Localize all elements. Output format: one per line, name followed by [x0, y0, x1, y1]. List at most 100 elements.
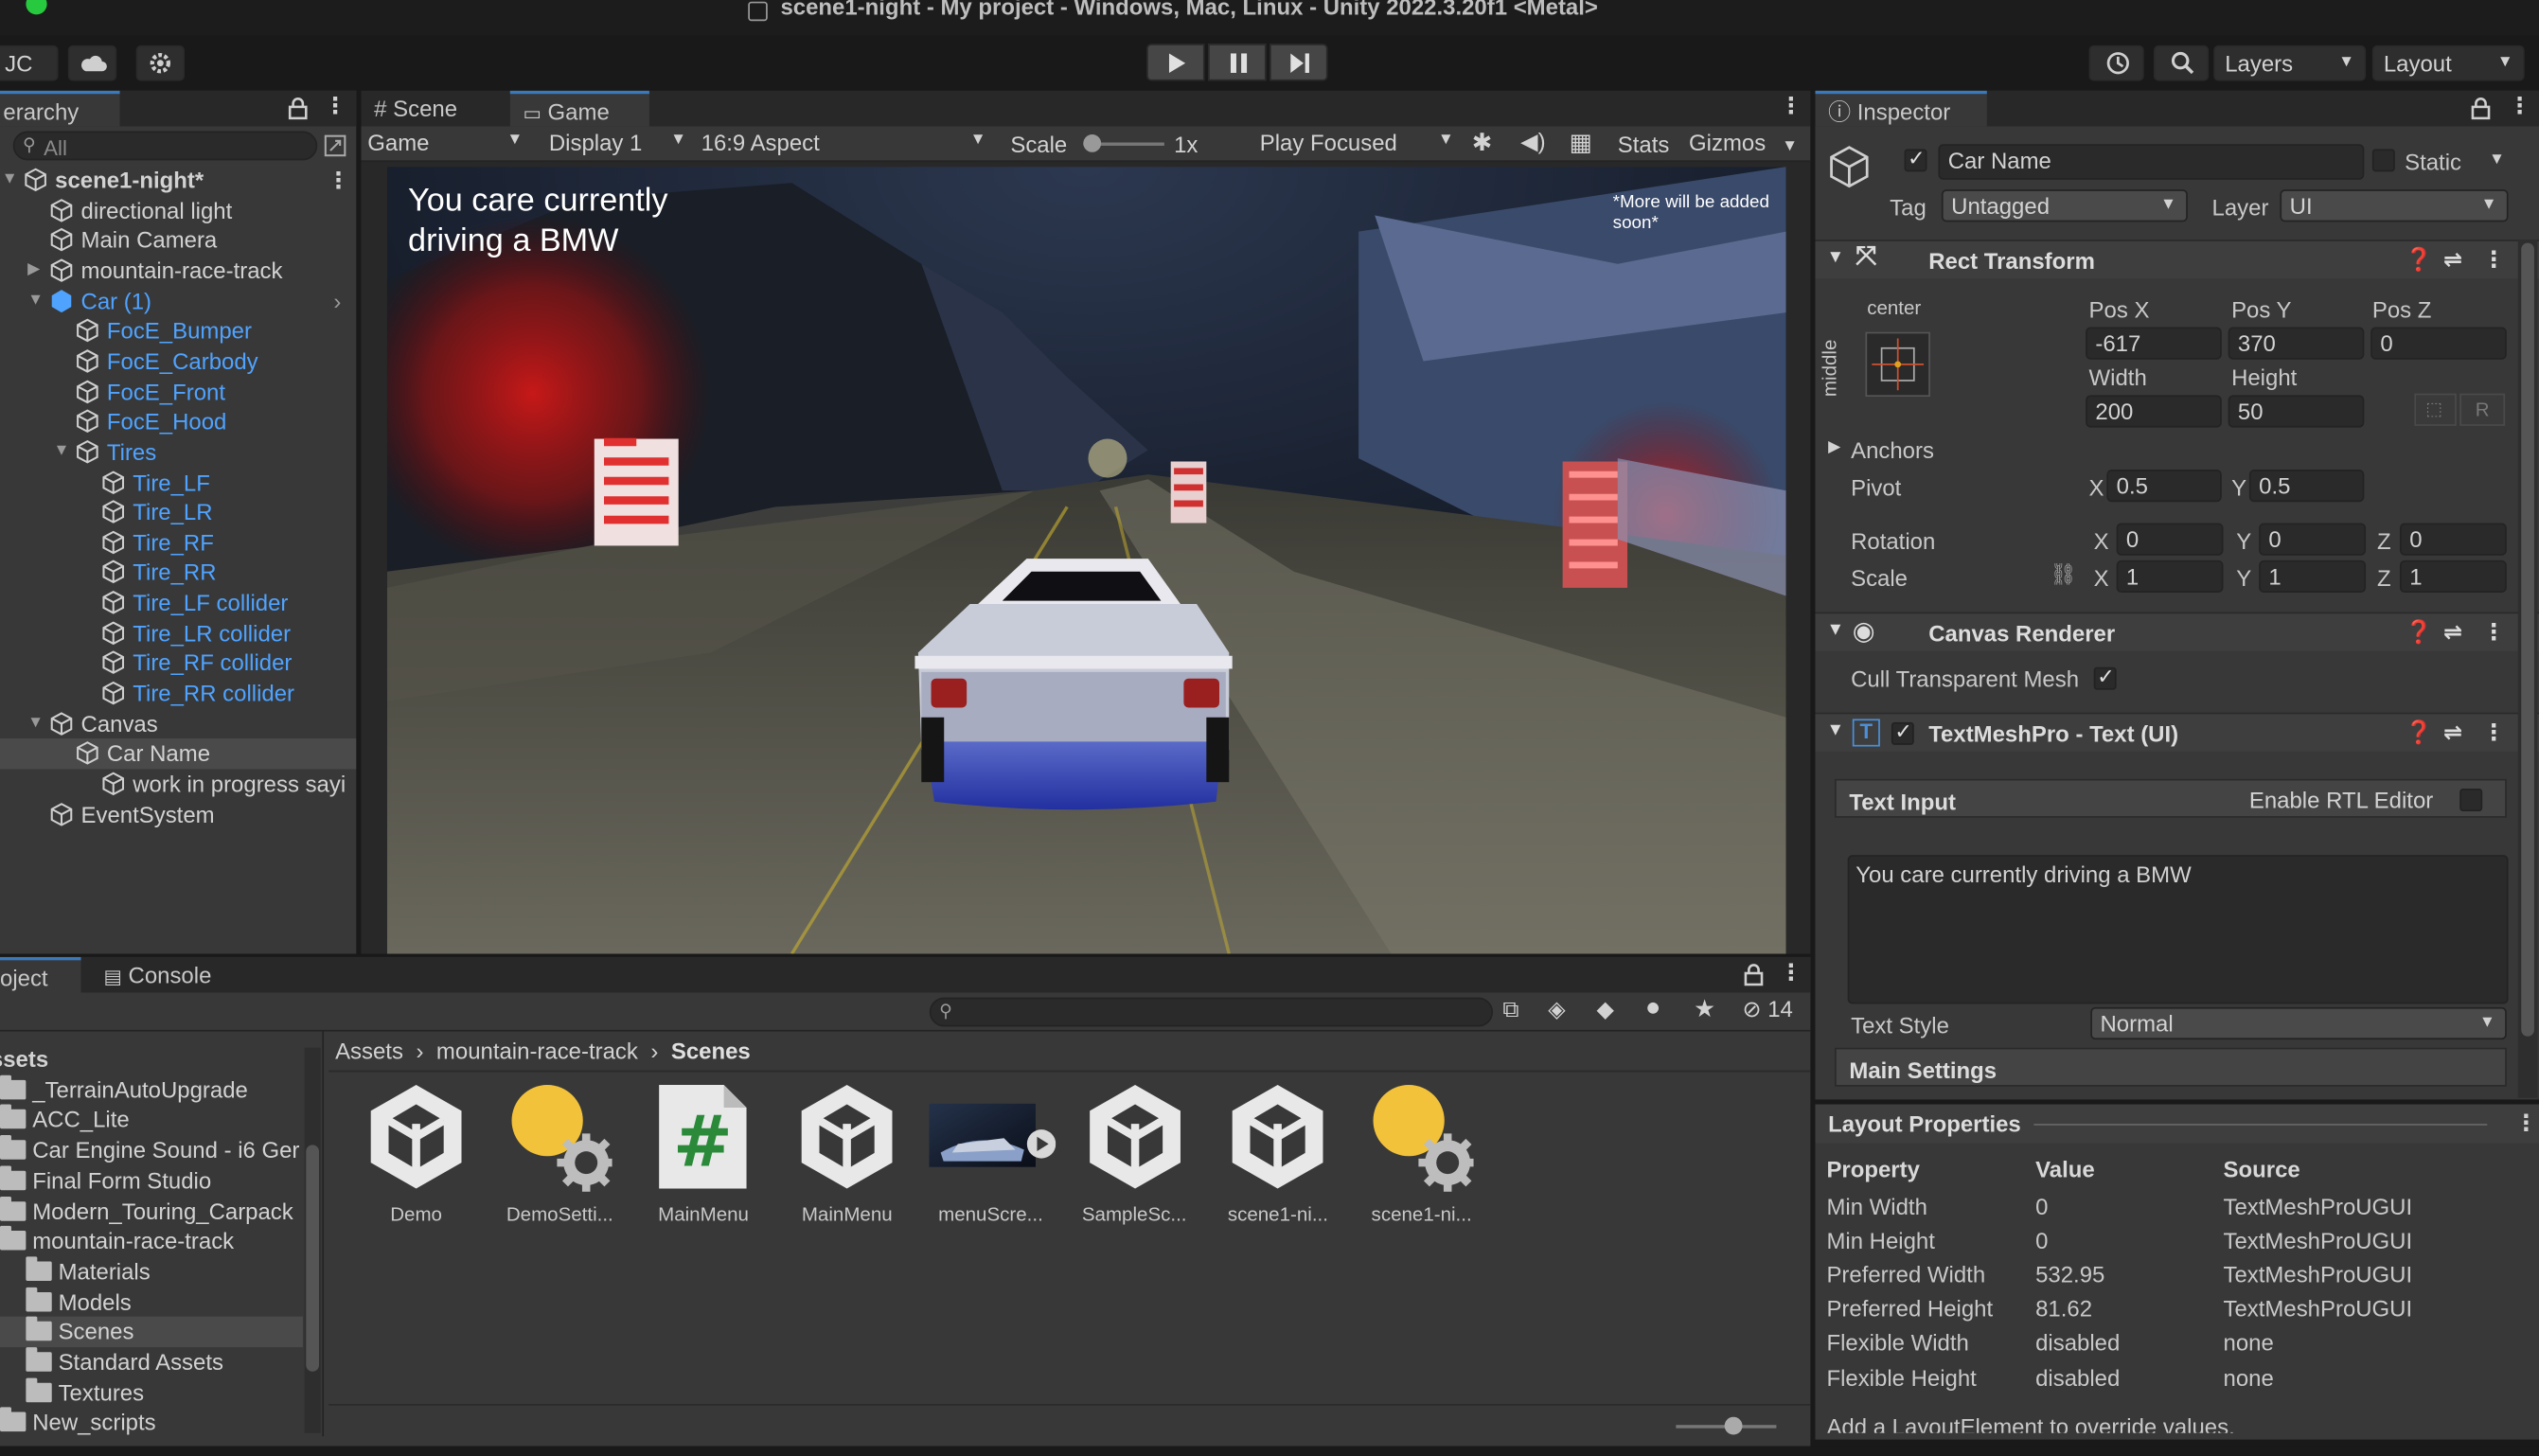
rot-z-input[interactable]: 0 [2399, 523, 2507, 556]
breadcrumb-item-assets[interactable]: Assets [335, 1038, 403, 1063]
text-style-dropdown[interactable]: Normal ▼ [2090, 1006, 2507, 1040]
search-by-type-icon[interactable]: ⧉ [1502, 996, 1518, 1023]
hierarchy-item[interactable]: FocE_Bumper [0, 316, 356, 346]
foldout-arrow-icon[interactable]: ▶ [1828, 439, 1840, 457]
favorite-star-icon[interactable]: ★ [1694, 994, 1715, 1023]
layout-dropdown[interactable]: Layout ▼ [2371, 44, 2525, 81]
scene-visibility-icon[interactable] [324, 134, 346, 157]
icon-size-slider-thumb[interactable] [1724, 1416, 1743, 1435]
project-folder-item[interactable]: Car Engine Sound - i6 Ger [0, 1135, 303, 1165]
chevron-down-icon[interactable]: ▼ [2489, 151, 2505, 169]
asset-item[interactable]: DemoSetti... [495, 1080, 625, 1242]
main-settings-section[interactable]: Main Settings [1834, 1047, 2507, 1087]
stats-button[interactable]: Stats [1618, 132, 1670, 157]
foldout-arrow-icon[interactable]: ▼ [2, 165, 18, 195]
foldout-arrow-icon[interactable]: ▼ [1826, 620, 1844, 640]
foldout-arrow-icon[interactable]: ▼ [53, 437, 69, 468]
game-viewport[interactable]: You care currently driving a BMW *More w… [386, 167, 1786, 954]
search-button[interactable] [2153, 44, 2210, 81]
more-options-icon[interactable]: ⋮ [2514, 1110, 2537, 1137]
game-mode-dropdown[interactable]: Game ▼ [367, 130, 529, 155]
pivot-y-input[interactable]: 0.5 [2248, 470, 2365, 503]
display-dropdown[interactable]: Display 1 ▼ [549, 130, 686, 155]
scale-slider-thumb[interactable] [1083, 133, 1102, 152]
gameobject-active-checkbox[interactable] [1904, 146, 1927, 172]
canvas-renderer-header[interactable]: ▼ ◉ Canvas Renderer ❓ ⇌ ⋮ [1815, 612, 2539, 651]
rect-transform-header[interactable]: ▼ ⤧ Rect Transform ❓ ⇌ ⋮ [1815, 240, 2539, 279]
presets-icon[interactable]: ⇌ [2443, 618, 2462, 646]
tab-game[interactable]: ▭ Game [509, 90, 649, 127]
raw-edit-button[interactable]: R [2459, 393, 2506, 426]
hierarchy-item[interactable]: FocE_Front [0, 377, 356, 407]
hierarchy-item[interactable]: FocE_Carbody [0, 346, 356, 377]
undo-history-button[interactable] [2088, 44, 2144, 81]
textmeshpro-header[interactable]: ▼ T TextMeshPro - Text (UI) ❓ ⇌ ⋮ [1815, 712, 2539, 752]
scale-x-input[interactable]: 1 [2116, 559, 2224, 594]
rot-y-input[interactable]: 0 [2259, 523, 2367, 556]
lock-icon[interactable] [288, 98, 308, 120]
more-options-icon[interactable]: ⋮ [2482, 719, 2505, 746]
tab-inspector[interactable]: ⓘ Inspector [1815, 90, 1987, 127]
hierarchy-item[interactable]: Tire_RF collider [0, 648, 356, 679]
project-folder-item[interactable]: Scenes [0, 1317, 303, 1347]
breadcrumb-item-scenes[interactable]: Scenes [671, 1038, 751, 1063]
hierarchy-item[interactable]: Tire_RR [0, 558, 356, 588]
project-folder-item[interactable]: mountain-race-track [0, 1226, 303, 1256]
blueprint-mode-button[interactable]: ⬚ [2414, 393, 2457, 426]
asset-item[interactable]: # MainMenu [639, 1080, 769, 1242]
posx-input[interactable]: -617 [2086, 327, 2222, 360]
asset-item[interactable]: scene1-ni... [1213, 1080, 1342, 1242]
tab-hierarchy[interactable]: erarchy [0, 90, 120, 127]
foldout-arrow-icon[interactable]: ▼ [1826, 248, 1844, 268]
hierarchy-item[interactable]: directional light [0, 195, 356, 225]
project-search-input[interactable]: ⚲ [929, 997, 1494, 1027]
inspector-scrollbar-thumb[interactable] [2521, 242, 2534, 1037]
asset-item[interactable]: scene1-ni... [1357, 1080, 1486, 1242]
hierarchy-item[interactable]: Tire_RR collider [0, 679, 356, 709]
hierarchy-item[interactable]: Car Name [0, 738, 357, 770]
account-dropdown[interactable]: JC ▼ [0, 44, 59, 107]
asset-item[interactable]: menuScre... [926, 1080, 1056, 1242]
hierarchy-item[interactable]: ▼ Tires [0, 437, 356, 468]
more-options-icon[interactable]: ⋮ [2482, 246, 2505, 274]
text-input-area[interactable]: You care currently driving a BMW [1847, 855, 2509, 1004]
scale-slider[interactable] [1083, 133, 1164, 152]
lock-icon[interactable] [1744, 964, 1764, 986]
project-folder-item[interactable]: New_scripts [0, 1408, 303, 1438]
layer-dropdown[interactable]: UI ▼ [2280, 189, 2509, 222]
more-options-icon[interactable]: ⋮ [2509, 92, 2531, 119]
foldout-arrow-icon[interactable]: ▶ [27, 256, 40, 286]
breadcrumb-item-mountain-race-track[interactable]: mountain-race-track [436, 1038, 638, 1063]
static-checkbox[interactable] [2371, 149, 2395, 172]
gizmos-dropdown[interactable]: Gizmos ▼ [1689, 130, 1798, 155]
presets-icon[interactable]: ⇌ [2443, 246, 2462, 274]
asset-item[interactable]: Demo [351, 1080, 481, 1242]
hierarchy-item[interactable]: Tire_LR collider [0, 618, 356, 648]
step-button[interactable] [1270, 44, 1328, 81]
object-name-input[interactable]: Car Name [1938, 144, 2365, 180]
posy-input[interactable]: 370 [2228, 327, 2365, 360]
hierarchy-item[interactable]: ▼ Canvas [0, 709, 356, 739]
inspector-scrollbar[interactable] [2517, 240, 2538, 1098]
asset-item[interactable]: MainMenu [782, 1080, 912, 1242]
more-options-icon[interactable]: ⋮ [1780, 92, 1802, 119]
rot-x-input[interactable]: 0 [2116, 523, 2224, 556]
hierarchy-item[interactable]: work in progress sayi [0, 769, 356, 799]
project-folder-item[interactable]: ACC_Lite [0, 1105, 303, 1135]
hierarchy-item[interactable]: Main Camera [0, 225, 356, 256]
width-input[interactable]: 200 [2086, 395, 2222, 428]
more-options-icon[interactable]: ⋮ [1780, 959, 1802, 986]
tree-scrollbar-thumb[interactable] [306, 1145, 319, 1372]
help-icon[interactable]: ❓ [2405, 719, 2433, 746]
issues-icon[interactable]: ● [1645, 994, 1661, 1023]
hierarchy-item[interactable]: ▼ scene1-night* ⋮ [0, 165, 356, 195]
hierarchy-item[interactable]: Tire_LF [0, 467, 356, 497]
hierarchy-item[interactable]: Tire_LF collider [0, 588, 356, 618]
scale-z-input[interactable]: 1 [2399, 559, 2507, 594]
hierarchy-item[interactable]: Tire_LR [0, 497, 356, 527]
hierarchy-item[interactable]: FocE_Hood [0, 407, 356, 437]
pause-button[interactable] [1208, 44, 1267, 81]
icon-size-slider[interactable] [1676, 1416, 1777, 1435]
asset-item[interactable]: SampleSc... [1070, 1080, 1199, 1242]
tag-dropdown[interactable]: Untagged ▼ [1941, 189, 2188, 222]
